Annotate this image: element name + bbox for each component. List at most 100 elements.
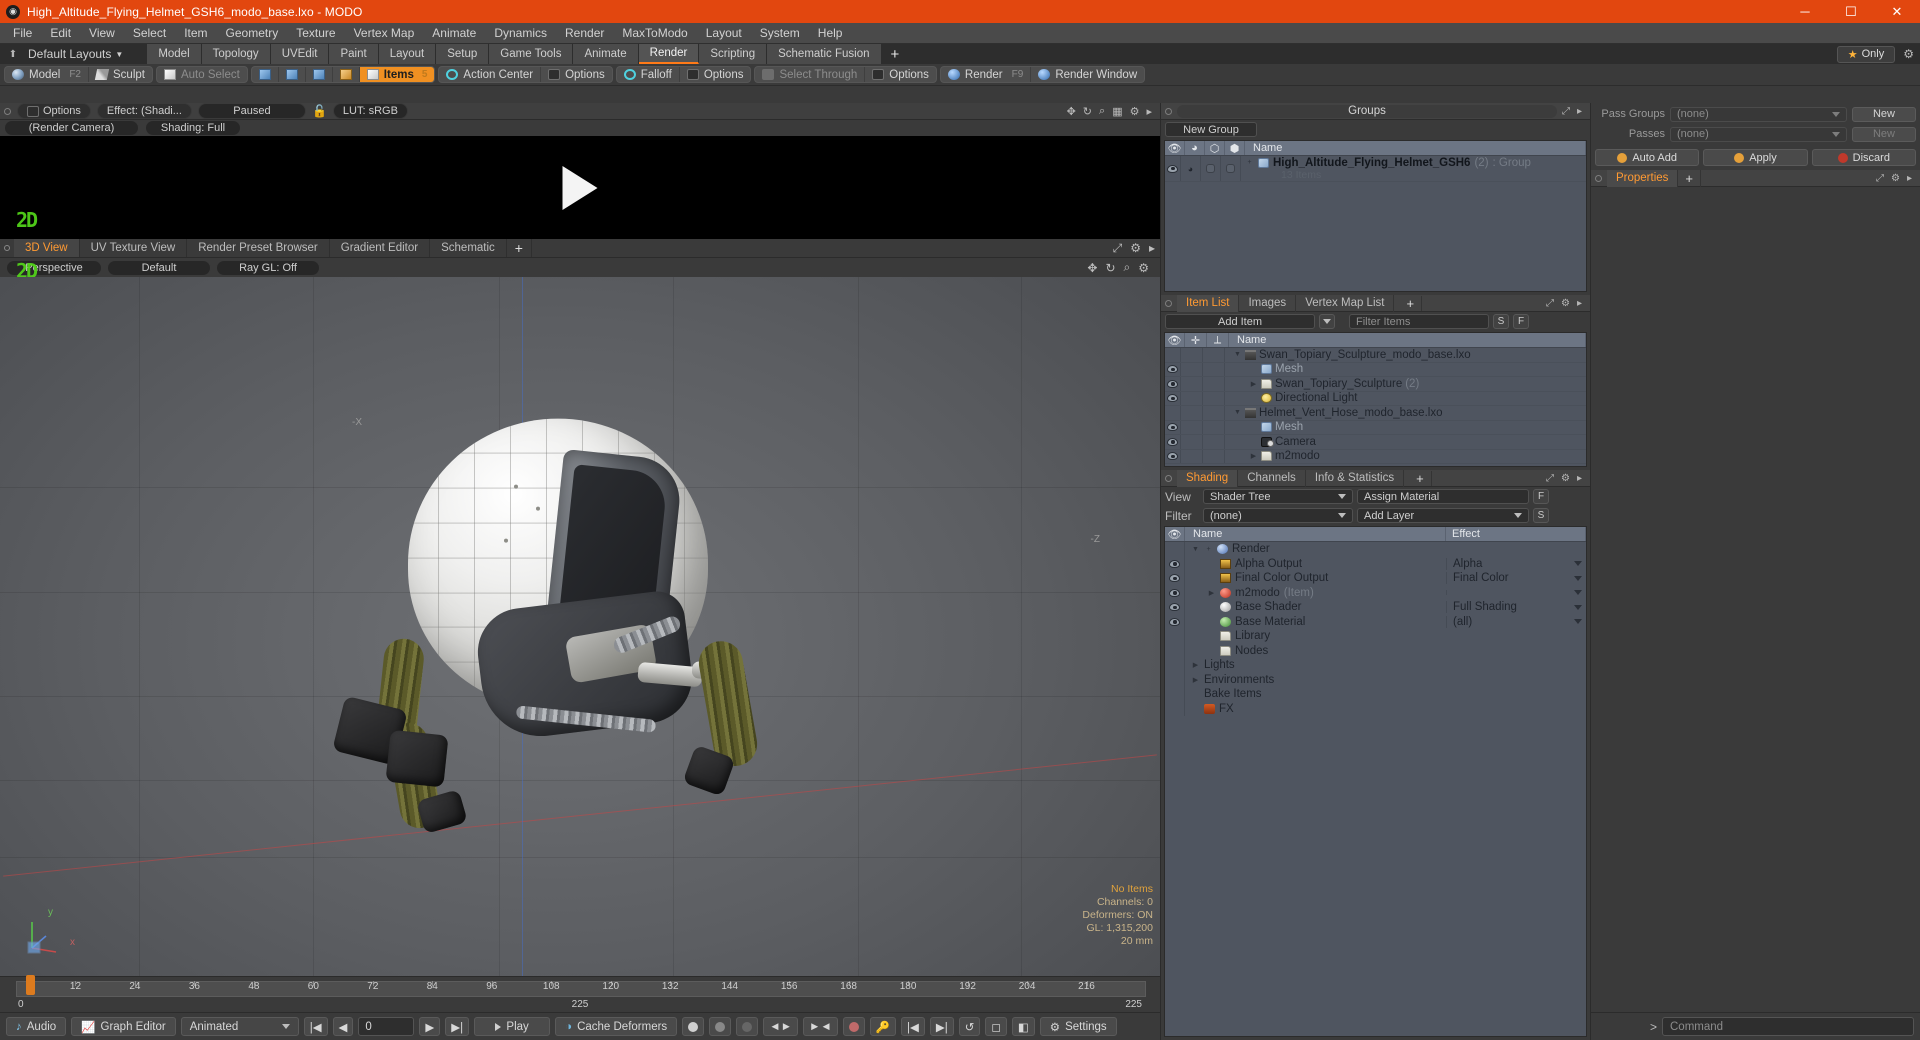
shader-tree-row[interactable]: ▶ m2modo (Item) xyxy=(1165,585,1586,600)
row-eye-toggle[interactable] xyxy=(1165,420,1181,434)
row-eye-toggle[interactable] xyxy=(1165,556,1185,571)
add-layer-dropdown[interactable]: Add Layer xyxy=(1357,508,1529,523)
menu-view[interactable]: View xyxy=(80,23,124,44)
row-add-toggle[interactable] xyxy=(1181,362,1203,376)
layout-tab-model[interactable]: Model xyxy=(147,44,202,64)
row-eye-toggle[interactable] xyxy=(1165,391,1181,405)
groups-row[interactable]: ◕ + High_Altitude_Flying_Helmet_GSH6 (2): G… xyxy=(1165,156,1586,182)
maximize-button[interactable]: ☐ xyxy=(1828,0,1874,23)
mirror-button[interactable]: ◧ xyxy=(1011,1017,1035,1036)
eye-column-header[interactable]: 👁 xyxy=(1165,333,1185,347)
select-through-options-button[interactable]: Options xyxy=(865,67,936,82)
shader-tree-row[interactable]: ▼ + Render xyxy=(1165,542,1586,557)
axis-gizmo[interactable] xyxy=(22,912,68,958)
step-forward-button[interactable]: ▶ xyxy=(419,1017,441,1036)
effect-dropdown[interactable]: Full Shading xyxy=(1446,601,1586,614)
viewport-tab-3d-view[interactable]: 3D View xyxy=(14,239,80,257)
row-eye-toggle[interactable] xyxy=(1165,585,1185,600)
layout-tab-schematic-fusion[interactable]: Schematic Fusion xyxy=(767,44,882,64)
render-window-button[interactable]: Render Window xyxy=(1031,67,1144,82)
graph-editor-button[interactable]: 📈 Graph Editor xyxy=(71,1017,176,1036)
shading-f-button[interactable]: F xyxy=(1533,489,1549,504)
assign-material-button[interactable]: Assign Material xyxy=(1357,489,1529,504)
effect-dropdown[interactable]: (all) xyxy=(1446,615,1586,628)
tab-vertex-map-list[interactable]: Vertex Map List xyxy=(1296,294,1395,312)
row-eye-toggle[interactable] xyxy=(1165,672,1185,687)
item-list-row[interactable]: Mesh xyxy=(1165,362,1586,377)
layout-tab-scripting[interactable]: Scripting xyxy=(699,44,768,64)
animated-dropdown[interactable]: Animated xyxy=(180,1017,299,1036)
go-to-start-button[interactable]: |◀ xyxy=(303,1017,328,1036)
viewport-tab-uv-texture-view[interactable]: UV Texture View xyxy=(80,239,188,257)
play-triangle-icon[interactable] xyxy=(562,165,598,210)
menu-vertex-map[interactable]: Vertex Map xyxy=(345,23,424,44)
audio-button[interactable]: ♪ Audio xyxy=(6,1017,67,1036)
expand-icon[interactable]: ▶ xyxy=(1191,676,1200,684)
ghost-button[interactable]: ◻ xyxy=(985,1017,1007,1036)
menu-system[interactable]: System xyxy=(751,23,809,44)
shader-tree-row[interactable]: Base Shader Full Shading xyxy=(1165,600,1586,615)
row-axis-toggle[interactable] xyxy=(1203,406,1225,420)
effect-dropdown[interactable]: Final Color xyxy=(1446,572,1586,585)
layout-tab-topology[interactable]: Topology xyxy=(201,44,271,64)
prev-key-button[interactable]: |◀ xyxy=(901,1017,925,1036)
shader-tree-row[interactable]: Final Color Output Final Color xyxy=(1165,571,1586,586)
maximize-viewport-icon[interactable]: ⤢ xyxy=(1113,241,1123,256)
row-camera-toggle[interactable]: ◕ xyxy=(1181,156,1201,181)
preview-effect-dropdown[interactable]: Effect: (Shadi... xyxy=(96,103,192,119)
maximize-panel-icon[interactable]: ⤢ xyxy=(1546,298,1554,309)
layout-tab-render[interactable]: Render xyxy=(638,44,700,64)
menu-edit[interactable]: Edit xyxy=(41,23,80,44)
chevron-right-icon[interactable]: ▸ xyxy=(1577,473,1582,484)
close-button[interactable]: ✕ xyxy=(1874,0,1920,23)
row-add-toggle[interactable] xyxy=(1181,435,1203,449)
preview-lut-dropdown[interactable]: LUT: sRGB xyxy=(332,103,408,119)
rotate-icon[interactable]: ↻ xyxy=(1083,105,1092,118)
discard-button[interactable]: Discard xyxy=(1811,149,1916,166)
go-to-end-button[interactable]: ▶| xyxy=(445,1017,470,1036)
lock-column-header[interactable]: ⬡ xyxy=(1205,141,1225,155)
key-toggle-1[interactable]: ◄► xyxy=(763,1017,798,1036)
tab-info-statistics[interactable]: Info & Statistics xyxy=(1306,469,1405,487)
model-mode-button[interactable]: Model F2 xyxy=(5,67,89,82)
effect-dropdown[interactable] xyxy=(1446,590,1586,596)
panel-handle-icon[interactable] xyxy=(0,239,14,257)
viewport-tab-render-preset-browser[interactable]: Render Preset Browser xyxy=(187,239,330,257)
add-viewport-tab-button[interactable]: + xyxy=(507,239,532,257)
row-axis-toggle[interactable] xyxy=(1203,435,1225,449)
layout-tab-paint[interactable]: Paint xyxy=(329,44,379,64)
row-eye-toggle[interactable] xyxy=(1165,348,1181,362)
only-button[interactable]: ★ Only xyxy=(1836,45,1896,63)
action-center-options-button[interactable]: Options xyxy=(541,67,612,82)
item-list-row[interactable]: Camera xyxy=(1165,435,1586,450)
grid-icon[interactable]: ▦ xyxy=(1112,105,1122,118)
minimize-button[interactable]: ─ xyxy=(1782,0,1828,23)
row-axis-toggle[interactable] xyxy=(1203,362,1225,376)
zoom-icon[interactable]: ⌕ xyxy=(1099,105,1105,118)
menu-geometry[interactable]: Geometry xyxy=(217,23,288,44)
expand-icon[interactable]: + xyxy=(1245,159,1254,166)
filter-items-input[interactable]: Filter Items xyxy=(1349,314,1489,329)
panel-handle-icon[interactable] xyxy=(1595,174,1602,182)
row-eye-toggle[interactable] xyxy=(1165,571,1185,586)
viewport-shading-dropdown[interactable]: Default xyxy=(107,259,211,276)
gear-icon[interactable]: ⚙ xyxy=(1891,173,1900,184)
auto-select-button[interactable]: Auto Select xyxy=(157,67,247,82)
cache-deformers-button[interactable]: ◑ Cache Deformers xyxy=(555,1017,678,1036)
row-add-toggle[interactable] xyxy=(1181,377,1203,391)
row-lock-toggle[interactable] xyxy=(1201,156,1221,181)
step-back-button[interactable]: ◀ xyxy=(332,1017,354,1036)
new-pass-group-button[interactable]: New xyxy=(1852,106,1916,122)
row-eye-toggle[interactable] xyxy=(1165,600,1185,615)
menu-dynamics[interactable]: Dynamics xyxy=(485,23,556,44)
layout-tab-game-tools[interactable]: Game Tools xyxy=(489,44,574,64)
expand-icon[interactable]: ▼ xyxy=(1233,409,1242,416)
action-center-button[interactable]: Action Center xyxy=(439,67,542,82)
row-eye-toggle[interactable] xyxy=(1165,614,1185,629)
row-eye-toggle[interactable] xyxy=(1165,435,1181,449)
gear-icon[interactable]: ⚙ xyxy=(1561,298,1570,309)
shading-s-button[interactable]: S xyxy=(1533,508,1549,523)
select-through-button[interactable]: Select Through xyxy=(755,67,866,82)
menu-file[interactable]: File xyxy=(4,23,41,44)
sculpt-mode-button[interactable]: Sculpt xyxy=(89,67,152,82)
